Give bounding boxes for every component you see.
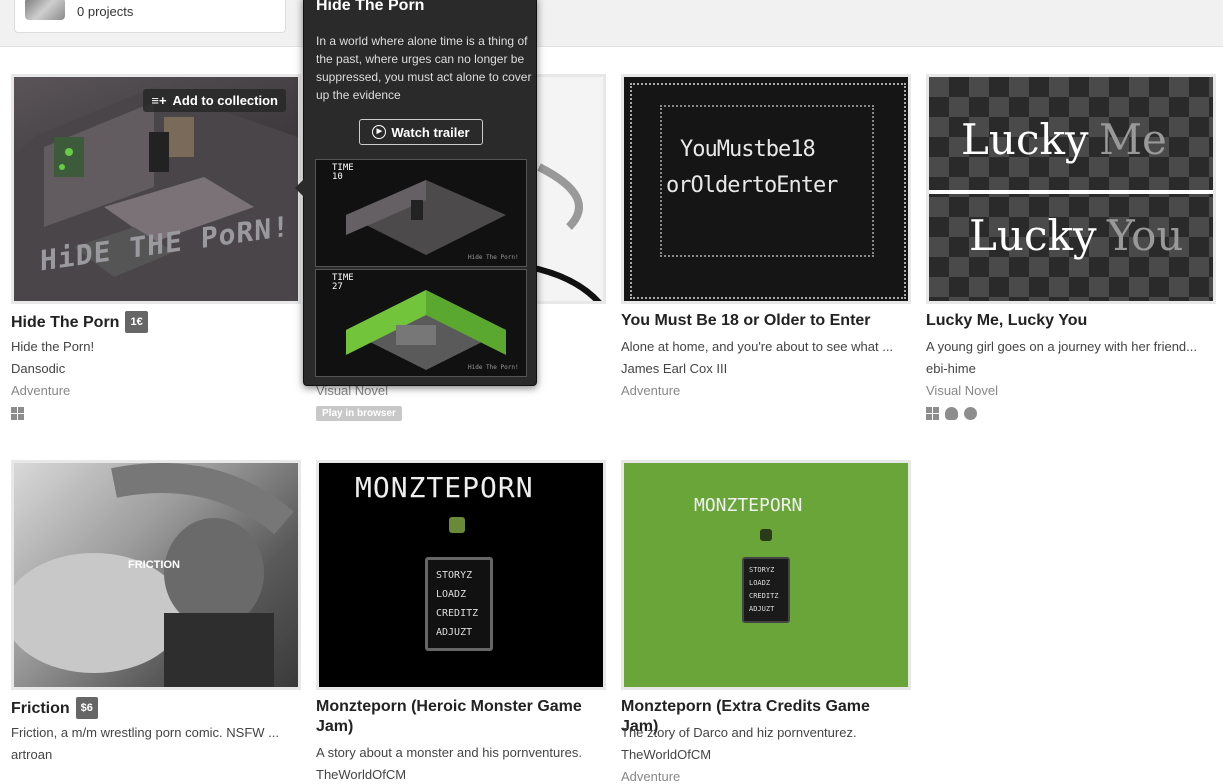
art-line-1: YouMustbe18	[680, 137, 816, 162]
game-title[interactable]: Friction	[11, 700, 70, 717]
game-title[interactable]: Monzteporn (Heroic Monster Game Jam)	[316, 697, 586, 737]
projects-count: 0 projects	[77, 4, 134, 19]
art-bottom-word-2: You	[1107, 211, 1184, 260]
game-genre[interactable]: Adventure	[621, 769, 680, 784]
divider	[929, 190, 1213, 194]
windows-icon	[11, 407, 24, 420]
profile-card[interactable]: 0 projects	[14, 0, 286, 33]
menu-item: ADJUZT	[436, 627, 473, 638]
main-menu-panel: STORYZ LOADZ CREDITZ ADJUZT	[425, 557, 493, 651]
screenshot-caption: Hide The Porn!	[468, 254, 519, 261]
windows-icon	[926, 407, 939, 420]
art-top-word-2: Me	[1099, 115, 1167, 164]
monster-sprite-icon	[449, 517, 465, 533]
game-thumbnail[interactable]: MONZTEPORN STORYZ LOADZ CREDITZ ADJUZT	[316, 460, 606, 690]
game-hover-popup: Hide The Porn In a world where alone tim…	[295, 0, 537, 386]
menu-item: CREDITZ	[436, 608, 479, 619]
game-title-row[interactable]: Hide The Porn 1€	[11, 311, 301, 333]
platform-icons	[11, 407, 24, 420]
game-author[interactable]: TheWorldOfCM	[316, 767, 406, 782]
menu-item: ADJUZT	[749, 605, 775, 613]
game-title-row[interactable]: Friction $6	[11, 697, 301, 719]
screenshot-timer: TIME 10	[332, 163, 354, 182]
popup-title[interactable]: Hide The Porn	[316, 0, 424, 15]
platform-icons	[926, 407, 977, 420]
avatar	[25, 0, 65, 20]
popup-description: In a world where alone time is a thing o…	[316, 34, 532, 102]
game-title[interactable]: Hide The Porn	[11, 314, 119, 331]
game-description: Friction, a m/m wrestling porn comic. NS…	[11, 725, 279, 740]
art-top-word-1: Lucky	[961, 115, 1089, 164]
screenshot-2[interactable]: TIME 27 Hide The Porn!	[315, 269, 527, 377]
add-to-collection-label: Add to collection	[172, 93, 278, 108]
art-title-text: MONZTEPORN	[355, 471, 534, 504]
game-thumbnail[interactable]: HiDE THE PoRN! ≡+ Add to collection	[11, 74, 301, 304]
menu-item: STORYZ	[749, 566, 775, 574]
game-author[interactable]: TheWorldOfCM	[621, 747, 711, 762]
linux-icon	[945, 407, 958, 420]
watch-trailer-label: Watch trailer	[391, 124, 470, 140]
game-description: Hide the Porn!	[11, 339, 95, 354]
screenshot-1[interactable]: TIME 10 Hide The Porn!	[315, 159, 527, 267]
price-badge: $6	[75, 697, 98, 719]
game-author[interactable]: James Earl Cox III	[621, 361, 727, 376]
game-description: A young girl goes on a journey with her …	[926, 339, 1197, 354]
menu-item: LOADZ	[436, 589, 467, 600]
menu-item: STORYZ	[436, 570, 473, 581]
play-circle-icon: ▶	[372, 125, 387, 139]
game-author[interactable]: ebi-hime	[926, 361, 976, 376]
watch-trailer-button[interactable]: ▶ Watch trailer	[359, 119, 483, 145]
game-genre[interactable]: Visual Novel	[926, 383, 998, 398]
menu-item: LOADZ	[749, 579, 771, 587]
art-title-text: MONZTEPORN	[694, 495, 803, 516]
game-description: A story about a monster and his pornvent…	[316, 745, 582, 760]
add-to-collection-button[interactable]: ≡+ Add to collection	[143, 89, 286, 112]
game-description: Alone at home, and you're about to see w…	[621, 339, 894, 354]
main-menu-panel: STORYZ LOADZ CREDITZ ADJUZT	[742, 557, 790, 623]
screenshot-caption: Hide The Porn!	[468, 364, 519, 371]
game-genre[interactable]: Adventure	[621, 383, 680, 398]
monster-sprite-icon	[760, 529, 772, 541]
game-description: The ztory of Darco and hiz pornventurez.	[621, 725, 857, 740]
game-genre[interactable]: Adventure	[11, 383, 70, 398]
art-bottom-word-1: Lucky	[969, 211, 1097, 260]
popup-arrow	[295, 179, 304, 197]
game-author[interactable]: artroan	[11, 747, 52, 762]
game-thumbnail[interactable]: Lucky Me Lucky You	[926, 74, 1216, 304]
game-thumbnail[interactable]: MONZTEPORN STORYZ LOADZ CREDITZ ADJUZT	[621, 460, 911, 690]
play-in-browser-badge: Play in browser	[316, 406, 402, 421]
menu-item: CREDITZ	[749, 592, 779, 600]
comic-art	[14, 463, 294, 687]
game-thumbnail[interactable]: FRICTION	[11, 460, 301, 690]
screenshot-timer: TIME 27	[332, 273, 354, 292]
apple-icon	[964, 407, 977, 420]
art-line-2: orOldertoEnter	[666, 173, 838, 198]
game-title[interactable]: Lucky Me, Lucky You	[926, 311, 1216, 331]
game-author[interactable]: Dansodic	[11, 361, 65, 376]
price-badge: 1€	[125, 311, 148, 333]
game-thumbnail[interactable]: YouMustbe18 orOldertoEnter	[621, 74, 911, 304]
game-title[interactable]: You Must Be 18 or Older to Enter	[621, 311, 911, 331]
top-band: 0 projects	[0, 0, 1223, 47]
add-to-list-icon: ≡+	[151, 93, 167, 108]
art-title-text: FRICTION	[128, 559, 180, 571]
